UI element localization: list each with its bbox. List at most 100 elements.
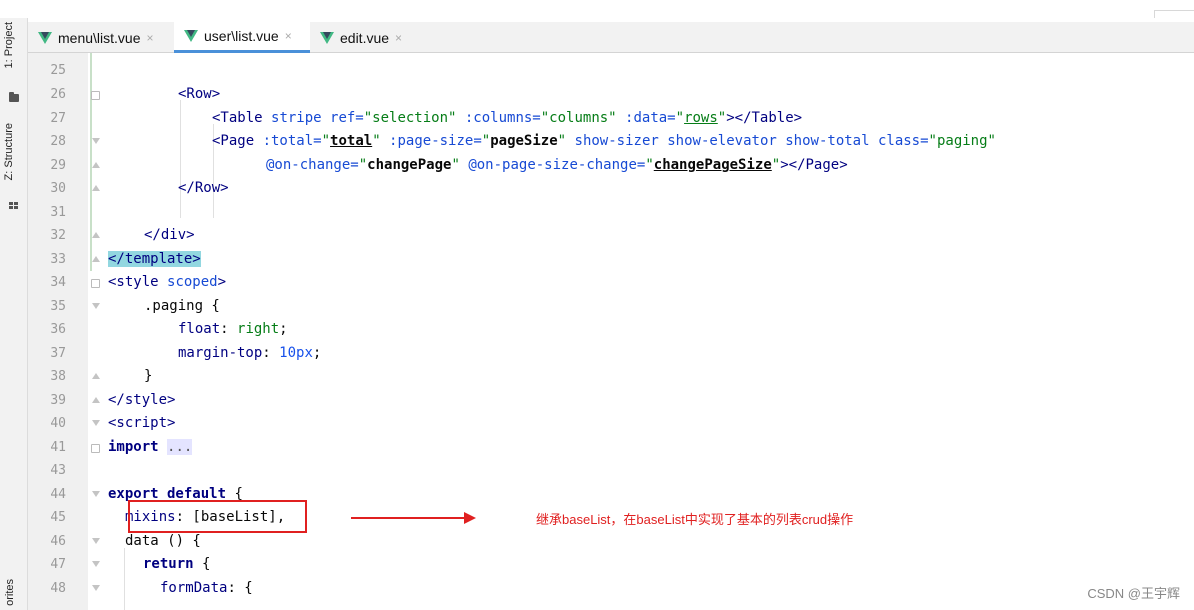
- fold-toggle-icon[interactable]: [91, 303, 100, 312]
- line-number: 31: [50, 205, 66, 220]
- line-number: 48: [50, 581, 66, 596]
- annotation-text: 继承baseList，在baseList中实现了基本的列表crud操作: [536, 512, 854, 527]
- code-text: .paging {: [144, 298, 220, 314]
- code-line: 40 <script>: [28, 412, 1194, 436]
- line-number: 40: [50, 416, 66, 431]
- fold-toggle-icon[interactable]: [91, 420, 100, 429]
- code-text: </style>: [108, 392, 176, 408]
- line-number: 46: [50, 534, 66, 549]
- left-tool-rail: 1: Project Z: Structure orites: [0, 18, 28, 610]
- code-line: 26 <Row>: [28, 83, 1194, 107]
- tab-label: edit.vue: [340, 29, 390, 46]
- code-line: 43: [28, 459, 1194, 483]
- fold-toggle-icon[interactable]: [91, 373, 100, 382]
- fold-toggle-icon[interactable]: [91, 279, 100, 288]
- project-tool-label[interactable]: 1: Project: [3, 22, 15, 68]
- fold-toggle-icon[interactable]: [91, 585, 100, 594]
- tab-menu-list-vue[interactable]: menu\list.vue ×: [38, 22, 172, 53]
- fold-toggle-icon[interactable]: [91, 138, 100, 147]
- fold-toggle-icon[interactable]: [91, 538, 100, 547]
- line-number: 28: [50, 134, 66, 149]
- code-line: 48 formData: {: [28, 577, 1194, 601]
- structure-tool-label[interactable]: Z: Structure: [3, 123, 15, 180]
- code-editor[interactable]: 25 26 <Row> 27 <Table stripe ref="select…: [28, 53, 1194, 610]
- code-text: </template>: [108, 251, 201, 267]
- code-line: 29 @on-change="changePage" @on-page-size…: [28, 154, 1194, 178]
- structure-icon[interactable]: [9, 202, 19, 210]
- fold-toggle-icon[interactable]: [91, 561, 100, 570]
- watermark: CSDN @王宇辉: [1087, 586, 1180, 601]
- code-text: <Page :total="total" :page-size="pageSiz…: [212, 133, 996, 149]
- code-line: 39 </style>: [28, 389, 1194, 413]
- line-number: 44: [50, 487, 66, 502]
- window-top-strip: [0, 0, 1194, 18]
- tab-user-list-vue[interactable]: user\list.vue ×: [174, 22, 310, 53]
- line-number: 39: [50, 393, 66, 408]
- vue-icon: [320, 31, 334, 44]
- line-number: 25: [50, 63, 66, 78]
- fold-toggle-icon[interactable]: [91, 185, 100, 194]
- tab-label: user\list.vue: [204, 28, 279, 44]
- code-text: return {: [143, 556, 211, 572]
- line-number: 41: [50, 440, 66, 455]
- line-number: 45: [50, 510, 66, 525]
- code-line: 30 </Row>: [28, 177, 1194, 201]
- code-text: margin-top: 10px;: [178, 345, 322, 361]
- line-number: 26: [50, 87, 66, 102]
- line-number: 34: [50, 275, 66, 290]
- annotation-arrow: [351, 517, 466, 519]
- code-line: 46 data () {: [28, 530, 1194, 554]
- code-text: }: [144, 368, 153, 384]
- editor-tab-bar: menu\list.vue × user\list.vue × edit.vue…: [28, 22, 1194, 53]
- code-line: 47 return {: [28, 553, 1194, 577]
- fold-toggle-icon[interactable]: [91, 491, 100, 500]
- tab-label: menu\list.vue: [58, 29, 141, 46]
- code-line: 27 <Table stripe ref="selection" :column…: [28, 107, 1194, 131]
- folder-icon[interactable]: [9, 92, 19, 102]
- vue-icon: [184, 30, 198, 42]
- line-number: 36: [50, 322, 66, 337]
- line-number: 27: [50, 111, 66, 126]
- window-corner: [1154, 10, 1194, 18]
- line-number: 37: [50, 346, 66, 361]
- close-icon[interactable]: ×: [285, 29, 292, 43]
- fold-toggle-icon[interactable]: [91, 232, 100, 241]
- code-line: 37 margin-top: 10px;: [28, 342, 1194, 366]
- code-text: <script>: [108, 415, 176, 431]
- tab-edit-vue[interactable]: edit.vue ×: [320, 22, 416, 53]
- code-line: 36 float: right;: [28, 318, 1194, 342]
- favorites-tool-label[interactable]: orites: [4, 579, 16, 606]
- fold-toggle-icon[interactable]: [91, 91, 100, 100]
- code-line: 31: [28, 201, 1194, 225]
- code-text: <Table stripe ref="selection" :columns="…: [212, 110, 803, 126]
- folded-imports[interactable]: ...: [167, 439, 193, 455]
- fold-toggle-icon[interactable]: [91, 162, 100, 171]
- close-icon[interactable]: ×: [395, 31, 402, 45]
- line-number: 29: [50, 158, 66, 173]
- code-line: 38 }: [28, 365, 1194, 389]
- code-text: float: right;: [178, 321, 288, 337]
- code-text: </Row>: [178, 180, 229, 196]
- code-line: 25: [28, 59, 1194, 83]
- vue-icon: [38, 31, 52, 44]
- line-number: 47: [50, 557, 66, 572]
- code-text: formData: {: [160, 580, 253, 596]
- fold-toggle-icon[interactable]: [91, 397, 100, 406]
- close-icon[interactable]: ×: [146, 31, 153, 45]
- code-text: data () {: [125, 533, 201, 549]
- line-number: 33: [50, 252, 66, 267]
- fold-expand-icon[interactable]: [91, 444, 100, 453]
- code-line: 41 import ...: [28, 436, 1194, 460]
- arrow-right-icon: [464, 512, 476, 524]
- highlight-box: [128, 500, 307, 533]
- code-line: 32 </div>: [28, 224, 1194, 248]
- line-number: 43: [50, 463, 66, 478]
- line-number: 32: [50, 228, 66, 243]
- code-text: import ...: [108, 439, 193, 455]
- code-text: </div>: [144, 227, 195, 243]
- code-text: <Row>: [178, 86, 221, 102]
- fold-toggle-icon[interactable]: [91, 256, 100, 265]
- line-number: 38: [50, 369, 66, 384]
- line-number: 30: [50, 181, 66, 196]
- code-text: <style scoped>: [108, 274, 227, 290]
